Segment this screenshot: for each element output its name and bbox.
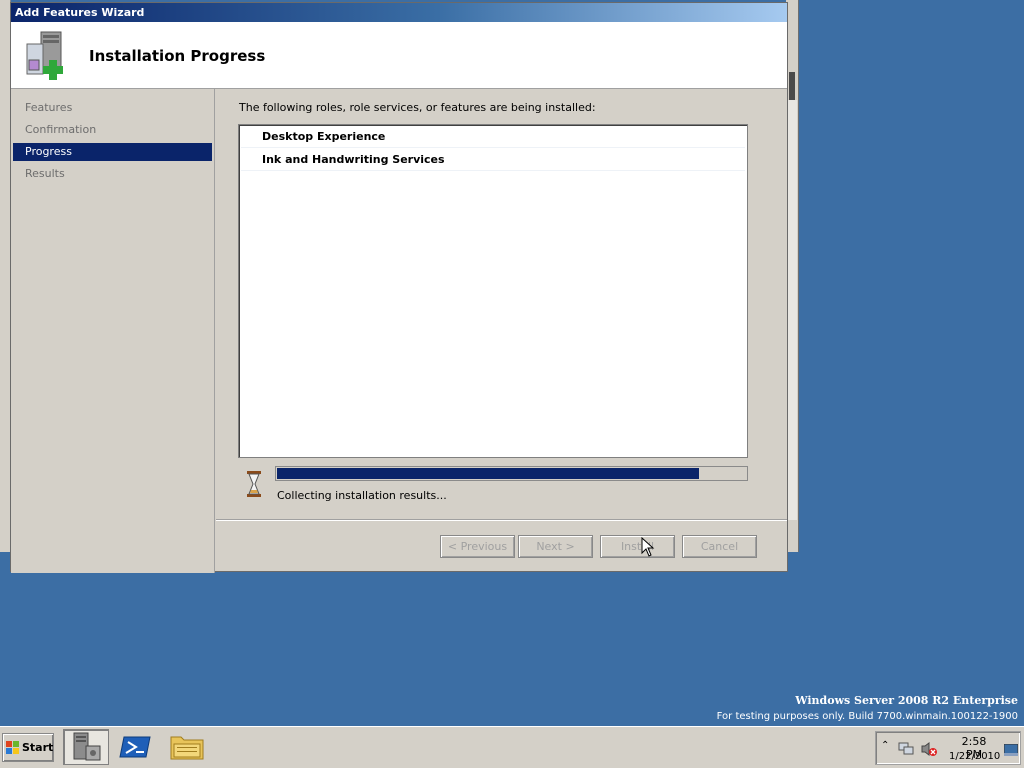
show-hidden-icons-chevron-icon[interactable]: ⌃ (881, 740, 889, 751)
previous-button[interactable]: < Previous (440, 535, 515, 558)
scrollbar-thumb[interactable] (789, 72, 795, 100)
add-features-icon (26, 31, 63, 80)
nav-item-progress[interactable]: Progress (13, 143, 212, 161)
edition-watermark: Windows Server 2008 R2 Enterprise (795, 694, 1018, 707)
windows-logo-icon (6, 741, 19, 754)
scrollbar-track[interactable] (787, 100, 797, 520)
start-label: Start (22, 741, 54, 754)
taskbar-explorer[interactable] (165, 729, 211, 765)
wizard-header: Installation Progress (11, 22, 787, 89)
wizard-nav-pane: Features Confirmation Progress Results (11, 89, 215, 573)
show-desktop-icon[interactable] (1004, 744, 1018, 756)
nav-divider (214, 89, 215, 573)
title-bar[interactable]: Add Features Wizard (11, 3, 787, 22)
add-features-wizard-window: Add Features Wizard Installation Progres… (10, 2, 788, 573)
list-item[interactable]: Desktop Experience (241, 126, 745, 148)
nav-item-features[interactable]: Features (13, 99, 212, 117)
status-text: Collecting installation results... (277, 489, 447, 502)
hourglass-icon (247, 471, 261, 497)
list-item[interactable]: Ink and Handwriting Services (241, 149, 745, 171)
server-manager-icon (73, 732, 101, 761)
powershell-icon (119, 736, 151, 758)
start-button[interactable]: Start (2, 733, 54, 762)
button-divider (216, 519, 787, 521)
explorer-folder-icon (170, 736, 204, 760)
mouse-cursor-icon (641, 537, 655, 557)
features-list[interactable]: Desktop Experience Ink and Handwriting S… (238, 124, 748, 458)
window-title: Add Features Wizard (15, 6, 145, 19)
volume-muted-icon[interactable] (920, 741, 938, 757)
progress-fill (277, 468, 699, 479)
build-watermark: For testing purposes only. Build 7700.wi… (716, 711, 1018, 722)
intro-text: The following roles, role services, or f… (239, 101, 596, 114)
nav-item-results[interactable]: Results (13, 165, 212, 183)
cancel-button[interactable]: Cancel (682, 535, 757, 558)
installation-progress-bar (275, 466, 748, 481)
taskbar-powershell[interactable] (114, 729, 160, 765)
taskbar-server-manager[interactable] (63, 729, 109, 765)
nav-item-confirmation[interactable]: Confirmation (13, 121, 212, 139)
page-title: Installation Progress (89, 47, 266, 65)
wizard-content: The following roles, role services, or f… (216, 89, 787, 573)
clock-date[interactable]: 1/22/2010 (949, 751, 1000, 762)
install-button[interactable]: Install (600, 535, 675, 558)
next-button[interactable]: Next > (518, 535, 593, 558)
notification-area: ⌃ 2:58 PM 1/22/2010 (875, 731, 1021, 765)
taskbar: Start ⌃ 2:58 PM 1/22/2010 (0, 726, 1024, 768)
network-icon[interactable] (898, 742, 914, 756)
